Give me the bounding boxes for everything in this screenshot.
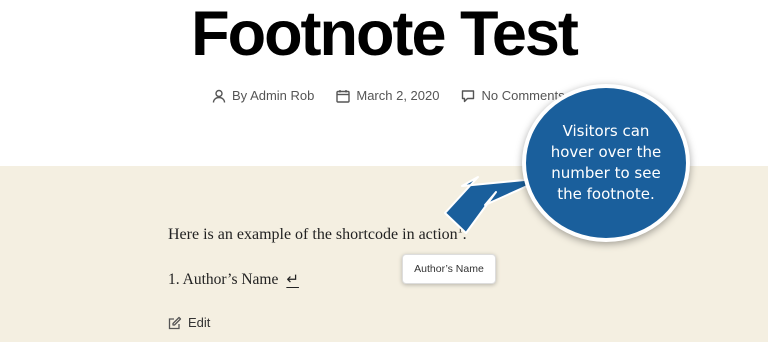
callout-text: Visitors can hover over the number to se… — [550, 122, 662, 203]
post-date[interactable]: March 2, 2020 — [336, 88, 439, 103]
post-author[interactable]: By Admin Rob — [212, 88, 314, 103]
edit-label[interactable]: Edit — [188, 315, 210, 330]
post-title: Footnote Test — [191, 0, 579, 69]
person-icon — [212, 89, 226, 103]
author-link[interactable]: By Admin Rob — [232, 88, 314, 103]
comment-icon — [462, 89, 475, 102]
footnote-text: 1. Author’s Name — [168, 270, 279, 288]
footnote-entry: 1. Author’s Name ↵ — [168, 270, 299, 289]
calendar-icon — [336, 89, 351, 103]
post-comments[interactable]: No Comments — [461, 88, 565, 103]
post-paragraph: Here is an example of the shortcode in a… — [168, 225, 467, 244]
footnote-tooltip: Author’s Name — [402, 254, 496, 284]
edit-link[interactable]: Edit — [168, 315, 210, 330]
edit-icon — [168, 316, 182, 329]
paragraph-text: Here is an example of the shortcode in a… — [168, 226, 458, 243]
return-arrow-icon[interactable]: ↵ — [286, 270, 299, 289]
callout-bubble: Visitors can hover over the number to se… — [522, 84, 690, 242]
post-meta: By Admin Rob March 2, 2020 No Comments — [212, 88, 587, 103]
paragraph-period: . — [462, 226, 467, 243]
date-link[interactable]: March 2, 2020 — [356, 88, 439, 103]
